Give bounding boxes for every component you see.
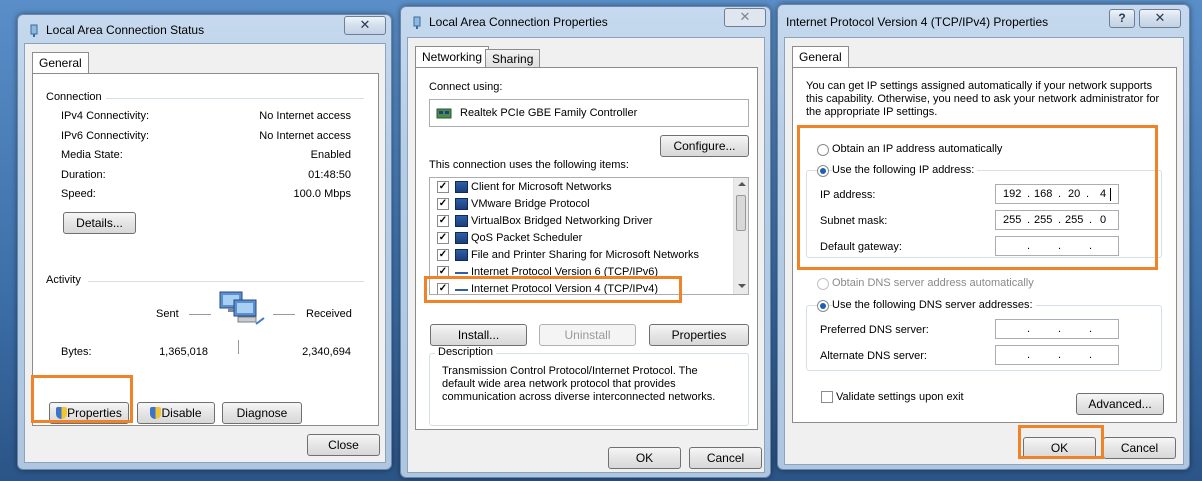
connection-heading: Connection	[46, 91, 102, 103]
ipv4-connectivity-label: IPv4 Connectivity:	[61, 110, 150, 122]
status-window-title: Local Area Connection Status	[46, 23, 205, 37]
tab-sharing[interactable]: Sharing	[485, 49, 541, 68]
diagnose-button[interactable]: Diagnose	[222, 402, 302, 424]
tab-general[interactable]: General	[32, 52, 89, 74]
component-checkbox[interactable]: ✓	[437, 232, 449, 244]
advanced-button[interactable]: Advanced...	[1076, 393, 1164, 415]
shield-icon	[150, 407, 162, 419]
configure-button[interactable]: Configure...	[660, 135, 749, 157]
help-button[interactable]: ?	[1109, 9, 1135, 28]
component-list-item[interactable]: ✓ QoS Packet Scheduler	[430, 230, 730, 247]
items-scrollbar[interactable]	[733, 178, 748, 294]
intro-text: You can get IP settings assigned automat…	[806, 80, 1160, 118]
uninstall-button: Uninstall	[539, 324, 636, 346]
component-list-item[interactable]: ✓ VMware Bridge Protocol	[430, 196, 730, 213]
properties-window-title: Local Area Connection Properties	[429, 15, 608, 29]
adapter-name: Realtek PCIe GBE Family Controller	[460, 107, 638, 119]
protocol-icon	[455, 266, 468, 274]
status-tab-page: Connection IPv4 Connectivity: No Interne…	[32, 73, 379, 426]
scroll-thumb[interactable]	[736, 195, 746, 231]
component-checkbox[interactable]: ✓	[437, 249, 449, 261]
bytes-received-value: 2,340,694	[302, 346, 351, 358]
activity-heading: Activity	[46, 274, 81, 286]
network-card-icon	[436, 108, 452, 119]
use-following-dns-radio[interactable]	[817, 300, 829, 312]
speed-label: Speed:	[61, 188, 96, 200]
validate-settings-label[interactable]: Validate settings upon exit	[836, 391, 964, 403]
details-button[interactable]: Details...	[63, 212, 136, 234]
bytes-label: Bytes:	[61, 346, 92, 358]
component-label: VirtualBox Bridged Networking Driver	[471, 215, 653, 227]
component-label: Client for Microsoft Networks	[471, 181, 612, 193]
network-component-icon	[455, 232, 468, 244]
scroll-down-arrow-icon[interactable]	[738, 284, 746, 288]
adapter-field: Realtek PCIe GBE Family Controller	[429, 99, 749, 127]
speed-value: 100.0 Mbps	[293, 188, 351, 200]
validate-settings-checkbox[interactable]	[821, 391, 833, 403]
properties-cancel-button[interactable]: Cancel	[689, 447, 762, 469]
component-checkbox[interactable]: ✓	[437, 198, 449, 210]
ipv6-connectivity-label: IPv6 Connectivity:	[61, 130, 150, 142]
duration-label: Duration:	[61, 169, 106, 181]
highlight-status-properties	[31, 375, 133, 423]
component-label: File and Printer Sharing for Microsoft N…	[471, 249, 700, 261]
network-component-icon	[455, 249, 468, 261]
properties-close-x-button[interactable]: ✕	[724, 8, 766, 27]
highlight-ipv4-ok	[1018, 425, 1104, 459]
scroll-up-arrow-icon[interactable]	[738, 182, 746, 186]
disable-button[interactable]: Disable	[137, 402, 215, 424]
network-component-icon	[455, 215, 468, 227]
network-component-icon	[455, 198, 468, 210]
preferred-dns-label: Preferred DNS server:	[820, 324, 929, 336]
network-adapter-icon	[413, 16, 421, 29]
description-text: Transmission Control Protocol/Internet P…	[442, 365, 716, 403]
received-label: Received	[306, 308, 352, 320]
component-label: QoS Packet Scheduler	[471, 232, 583, 244]
obtain-dns-auto-radio	[817, 278, 829, 290]
sent-label: Sent	[156, 308, 179, 320]
tab-networking[interactable]: Networking	[415, 46, 490, 68]
bytes-sent-value: 1,365,018	[159, 346, 208, 358]
properties-ok-button[interactable]: OK	[608, 447, 681, 469]
component-label: VMware Bridge Protocol	[471, 198, 590, 210]
obtain-dns-auto-label: Obtain DNS server address automatically	[832, 277, 1034, 289]
network-activity-icon	[219, 291, 265, 325]
media-state-label: Media State:	[61, 149, 123, 161]
networking-tab-page: Connect using: Realtek PCIe GBE Family C…	[415, 67, 758, 430]
duration-value: 01:48:50	[308, 169, 351, 181]
component-list-item[interactable]: ✓ File and Printer Sharing for Microsoft …	[430, 247, 730, 264]
ipv4-cancel-button[interactable]: Cancel	[1103, 437, 1176, 459]
media-state-value: Enabled	[310, 149, 351, 161]
component-checkbox[interactable]: ✓	[437, 215, 449, 227]
description-heading: Description	[435, 346, 497, 358]
alternate-dns-input[interactable]: . . .	[995, 345, 1119, 365]
properties-window: Local Area Connection Properties ✕ Netwo…	[400, 6, 771, 478]
ipv4-connectivity-value: No Internet access	[259, 110, 351, 122]
ipv4-window-title: Internet Protocol Version 4 (TCP/IPv4) P…	[786, 15, 1049, 29]
tab-general-ipv4[interactable]: General	[792, 46, 849, 68]
component-list-item[interactable]: ✓ VirtualBox Bridged Networking Driver	[430, 213, 730, 230]
connect-using-label: Connect using:	[429, 81, 503, 93]
properties-body: Networking Sharing Connect using: Realte…	[407, 37, 765, 473]
preferred-dns-input[interactable]: . . .	[995, 319, 1119, 339]
items-label: This connection uses the following items…	[429, 159, 629, 171]
highlight-static-ip-section	[797, 125, 1158, 270]
status-close-button[interactable]: Close	[307, 434, 380, 456]
ipv6-connectivity-value: No Internet access	[259, 130, 351, 142]
highlight-ipv4-item	[424, 276, 682, 303]
install-button[interactable]: Install...	[430, 324, 527, 346]
disable-label: Disable	[161, 406, 202, 420]
status-close-x-button[interactable]: ✕	[344, 16, 386, 35]
use-following-dns-label[interactable]: Use the following DNS server addresses:	[832, 299, 1036, 311]
network-component-icon	[455, 181, 468, 193]
ipv4-close-x-button[interactable]: ✕	[1139, 9, 1181, 28]
item-properties-button[interactable]: Properties	[649, 324, 749, 346]
component-checkbox[interactable]: ✓	[437, 181, 449, 193]
network-adapter-icon	[30, 24, 38, 37]
component-list-item[interactable]: ✓ Client for Microsoft Networks	[430, 179, 730, 196]
alternate-dns-label: Alternate DNS server:	[820, 350, 927, 362]
